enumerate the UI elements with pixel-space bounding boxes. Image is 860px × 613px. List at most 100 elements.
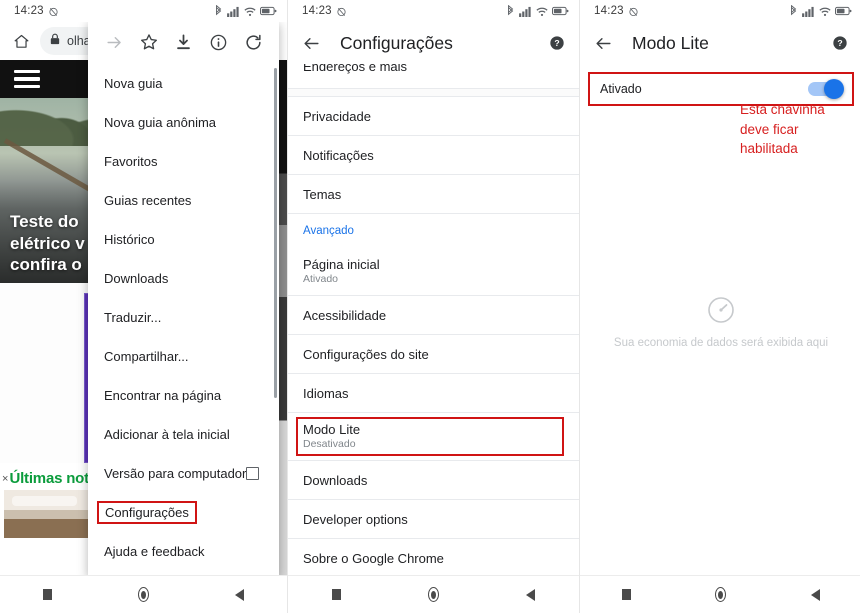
status-bar: 14:23 <box>580 0 860 22</box>
bluetooth-icon <box>506 4 515 17</box>
menu-item-label: Encontrar na página <box>104 388 222 403</box>
forward-icon[interactable] <box>102 30 126 54</box>
settings-app-bar: Configurações ? <box>288 22 579 64</box>
recents-button[interactable] <box>43 589 52 600</box>
settings-row-developer-options[interactable]: Developer options <box>288 499 579 538</box>
annotation-text: Esta chavinha deve ficar habilitada <box>740 102 825 157</box>
row-title: Sobre o Google Chrome <box>303 550 444 566</box>
menu-item-favoritos[interactable]: Favoritos <box>88 142 279 181</box>
status-bar: 14:23 <box>288 0 579 22</box>
menu-item-nova-guia[interactable]: Nova guia <box>88 64 279 103</box>
back-button[interactable] <box>810 588 820 601</box>
lite-mode-app-bar: Modo Lite ? <box>580 22 860 64</box>
overflow-menu-quick-actions <box>88 22 279 64</box>
menu-item-nova-guia-anonima[interactable]: Nova guia anônima <box>88 103 279 142</box>
settings-row-acessibilidade[interactable]: Acessibilidade <box>288 295 579 334</box>
star-icon[interactable] <box>137 30 161 54</box>
status-bar-left: 14:23 <box>594 5 639 17</box>
status-bar: 14:23 <box>0 0 287 22</box>
menu-item-ajuda-e-feedback[interactable]: Ajuda e feedback <box>88 532 279 571</box>
row-title: Notificações <box>303 147 374 163</box>
menu-item-adicionar-tela-inicial[interactable]: Adicionar à tela inicial <box>88 415 279 454</box>
home-button[interactable] <box>427 587 439 602</box>
settings-row-configuracoes-do-site[interactable]: Configurações do site <box>288 334 579 373</box>
menu-item-encontrar-na-pagina[interactable]: Encontrar na página <box>88 376 279 415</box>
menu-item-compartilhar[interactable]: Compartilhar... <box>88 337 279 376</box>
settings-row-idiomas[interactable]: Idiomas <box>288 373 579 412</box>
panel-lite-mode: 14:23 Modo Lite ? Ativado Esta chavinha … <box>580 0 860 613</box>
toggle-label: Ativado <box>600 82 642 96</box>
alarm-off-icon <box>628 6 639 17</box>
chrome-overflow-menu: Nova guia Nova guia anônima Favoritos Gu… <box>88 22 279 577</box>
status-bar-right <box>789 4 852 17</box>
help-icon[interactable]: ? <box>830 35 850 51</box>
menu-item-guias-recentes[interactable]: Guias recentes <box>88 181 279 220</box>
alarm-off-icon <box>48 6 59 17</box>
settings-row-modo-lite[interactable]: Modo Lite Desativado <box>288 412 579 460</box>
download-icon[interactable] <box>172 30 196 54</box>
page-title: Modo Lite <box>632 32 709 53</box>
android-nav-bar <box>580 575 860 613</box>
settings-row-downloads[interactable]: Downloads <box>288 460 579 499</box>
signal-icon <box>227 6 240 17</box>
back-arrow-icon[interactable] <box>300 34 322 53</box>
row-title: Temas <box>303 186 342 202</box>
modo-lite-highlight-box: Modo Lite Desativado <box>296 417 564 456</box>
bluetooth-icon <box>789 4 798 17</box>
news-close-icon[interactable]: × <box>2 473 8 485</box>
menu-item-label: Nova guia anônima <box>104 115 217 130</box>
speedometer-icon <box>580 296 860 329</box>
recents-button[interactable] <box>331 589 341 600</box>
lite-mode-switch[interactable] <box>808 79 844 99</box>
menu-item-traduzir[interactable]: Traduzir... <box>88 298 279 337</box>
home-button[interactable] <box>715 587 727 602</box>
info-icon[interactable] <box>206 30 230 54</box>
status-bar-right <box>506 4 569 17</box>
row-title: Configurações do site <box>303 346 429 362</box>
wifi-icon <box>244 6 256 17</box>
settings-row-sobre-o-google-chrome[interactable]: Sobre o Google Chrome <box>288 538 579 577</box>
settings-row-pagina-inicial[interactable]: Página inicial Ativado <box>288 247 579 295</box>
status-clock: 14:23 <box>594 5 624 17</box>
hero-line-2: elétrico v <box>10 233 85 253</box>
row-title: Endereços e mais <box>303 64 408 74</box>
menu-item-label: Compartilhar... <box>104 349 189 364</box>
menu-item-configuracoes[interactable]: Configurações <box>88 493 279 532</box>
recents-button[interactable] <box>622 589 632 600</box>
menu-scrollbar[interactable] <box>274 68 277 398</box>
android-nav-bar <box>288 575 579 613</box>
menu-item-label: Adicionar à tela inicial <box>104 427 230 442</box>
status-bar-left: 14:23 <box>302 5 347 17</box>
home-icon[interactable] <box>8 33 34 50</box>
wifi-icon <box>819 6 831 17</box>
home-button[interactable] <box>138 587 149 602</box>
reload-icon[interactable] <box>241 30 265 54</box>
settings-row-notificacoes[interactable]: Notificações <box>288 135 579 174</box>
back-arrow-icon[interactable] <box>592 34 614 53</box>
three-phone-screenshots: 14:23 olhar Teste do elétrico v confira … <box>0 0 860 613</box>
menu-item-label: Favoritos <box>104 154 158 169</box>
settings-row-temas[interactable]: Temas <box>288 174 579 213</box>
back-button[interactable] <box>235 588 244 601</box>
row-title: Downloads <box>303 472 368 488</box>
hamburger-menu-icon[interactable] <box>14 69 40 89</box>
menu-item-label: Guias recentes <box>104 193 192 208</box>
menu-item-downloads[interactable]: Downloads <box>88 259 279 298</box>
data-savings-empty-state: Sua economia de dados será exibida aqui <box>580 296 860 349</box>
back-button[interactable] <box>526 588 536 601</box>
bluetooth-icon <box>214 4 223 17</box>
empty-state-text: Sua economia de dados será exibida aqui <box>613 337 829 349</box>
status-clock: 14:23 <box>302 5 332 17</box>
signal-icon <box>802 6 815 17</box>
menu-item-historico[interactable]: Histórico <box>88 220 279 259</box>
panel-chrome-overflow-menu: 14:23 olhar Teste do elétrico v confira … <box>0 0 287 613</box>
section-title: Avançado <box>303 224 354 237</box>
settings-row-privacidade[interactable]: Privacidade <box>288 96 579 135</box>
menu-item-versao-para-computador[interactable]: Versão para computador <box>88 454 279 493</box>
desktop-site-checkbox[interactable] <box>246 467 259 480</box>
status-bar-left: 14:23 <box>14 5 59 17</box>
settings-row-enderecos[interactable]: Endereços e mais <box>288 64 579 88</box>
help-icon[interactable]: ? <box>547 35 567 51</box>
row-subtitle: Ativado <box>303 273 339 285</box>
hero-line-3: confira o <box>10 254 82 274</box>
